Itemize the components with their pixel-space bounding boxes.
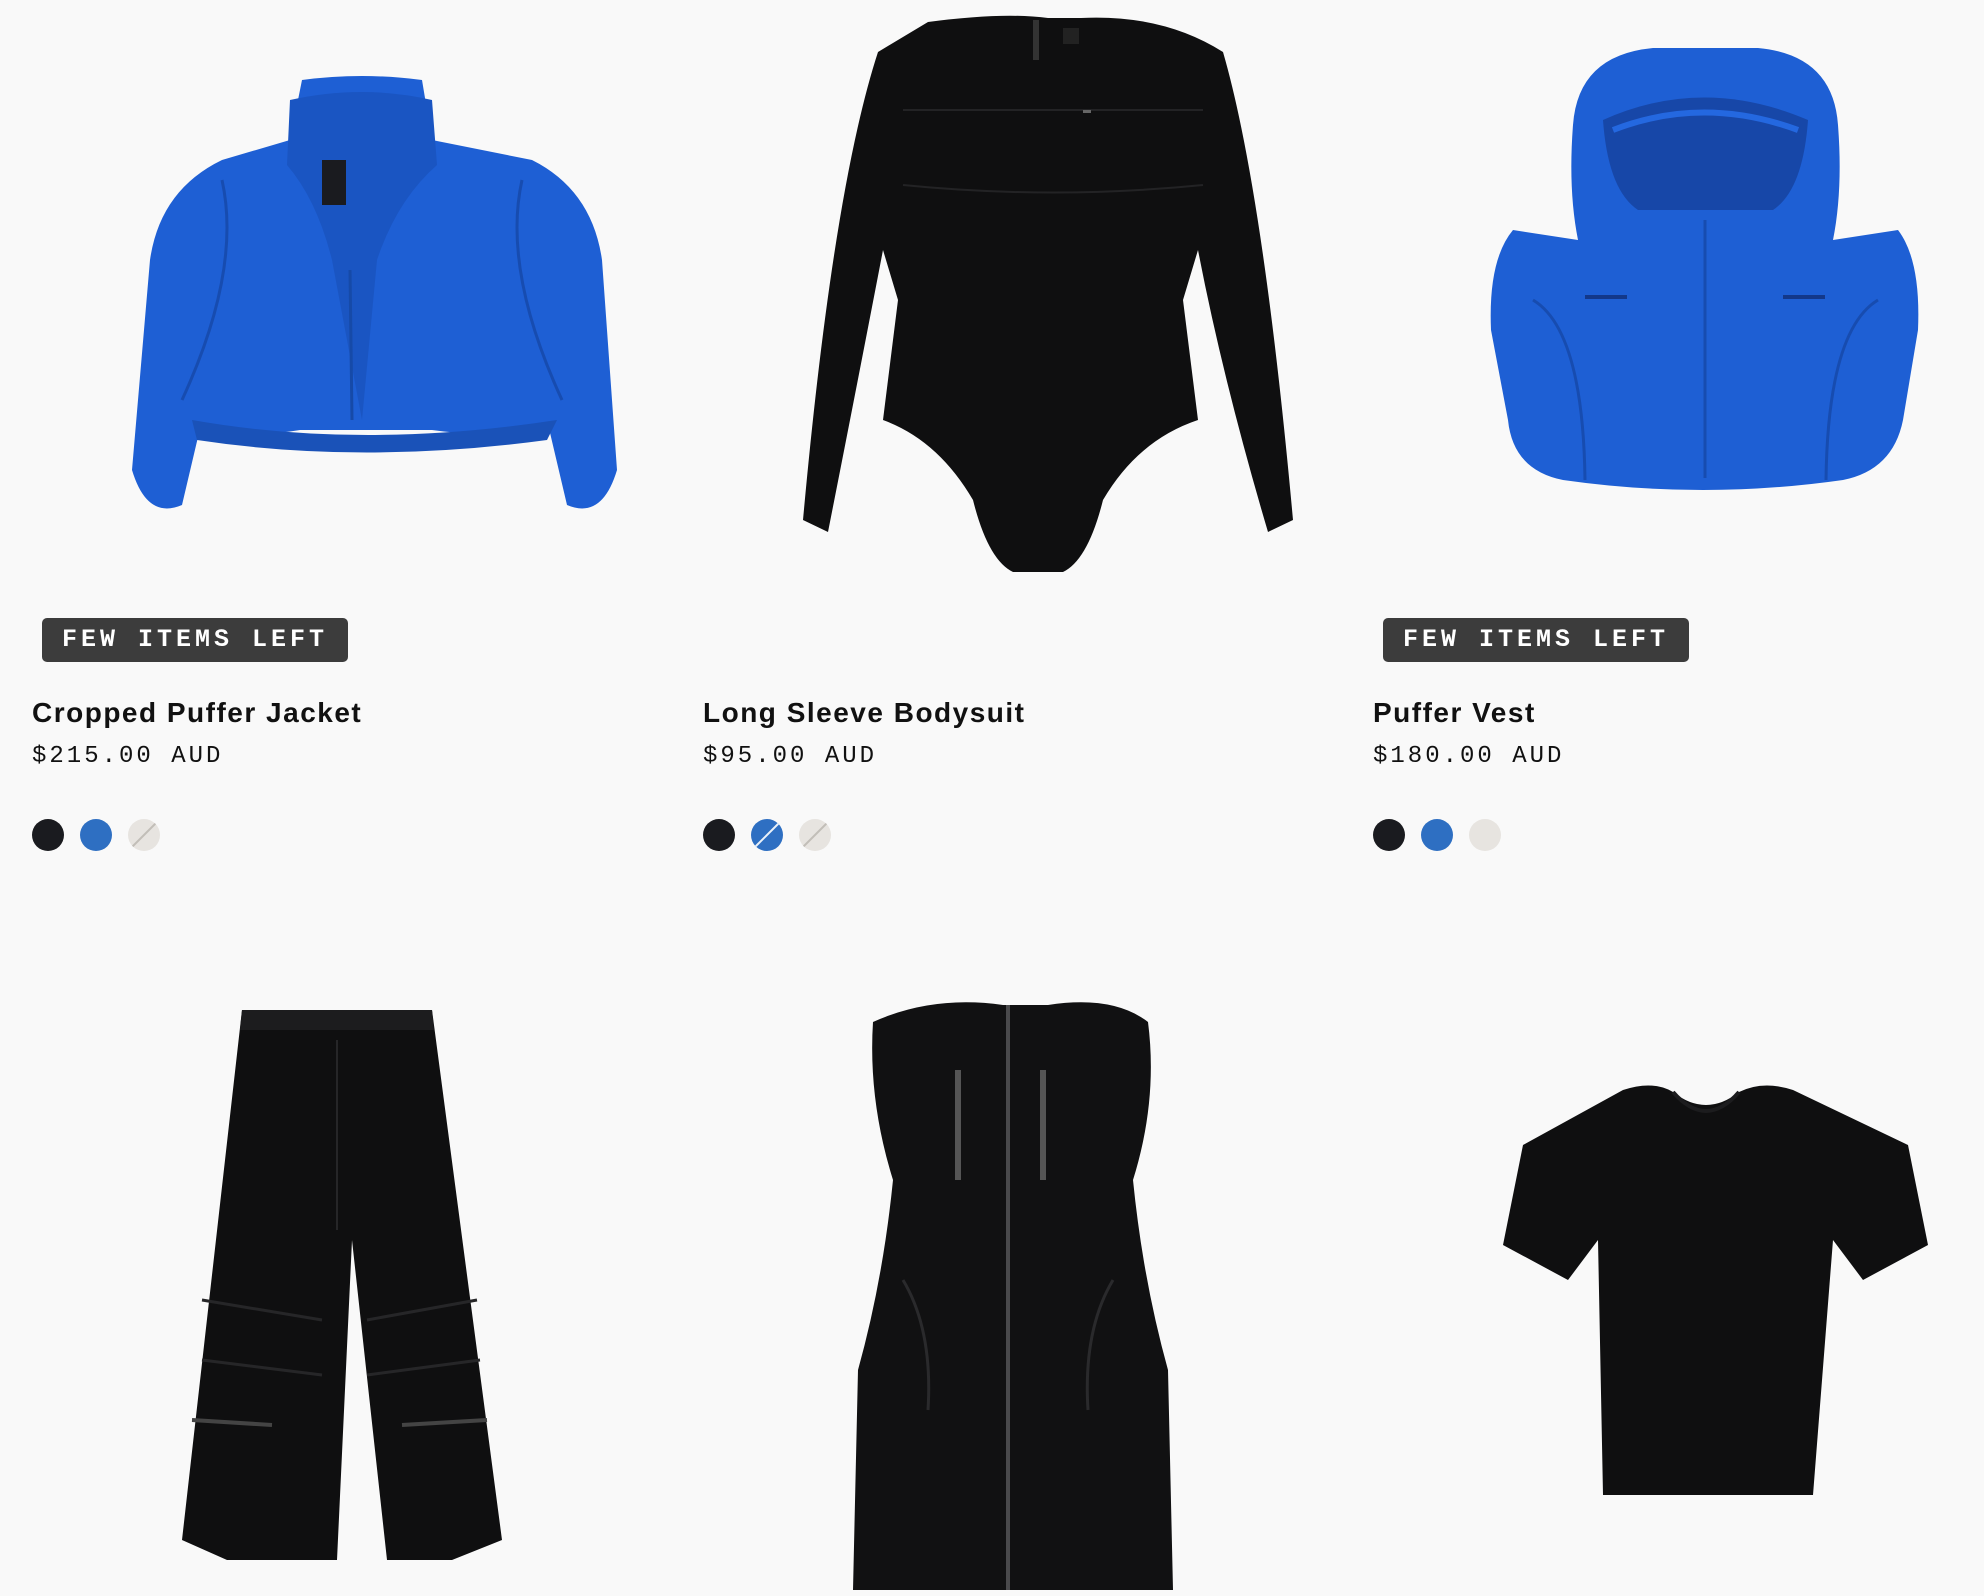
product-name[interactable]: Cropped Puffer Jacket: [32, 697, 362, 729]
product-price: $180.00 AUD: [1373, 743, 1565, 770]
black-tshirt-image[interactable]: [1373, 980, 1984, 1596]
swatch-blue-unavailable[interactable]: [751, 819, 783, 851]
low-stock-badge: FEW ITEMS LEFT: [1383, 618, 1690, 662]
product-price: $215.00 AUD: [32, 743, 224, 770]
swatch-light-unavailable[interactable]: [128, 819, 160, 851]
swatch-light[interactable]: [1469, 819, 1501, 851]
product-name[interactable]: Long Sleeve Bodysuit: [703, 697, 1026, 729]
puffer-vest-image[interactable]: [1373, 0, 1984, 600]
swatch-black[interactable]: [1373, 819, 1405, 851]
cropped-puffer-jacket-image[interactable]: [32, 0, 702, 600]
swatch-black[interactable]: [703, 819, 735, 851]
swatch-blue[interactable]: [1421, 819, 1453, 851]
leather-strapless-dress-image[interactable]: [703, 980, 1373, 1596]
color-swatches: [703, 819, 831, 853]
color-swatches: [1373, 819, 1501, 853]
product-name[interactable]: Puffer Vest: [1373, 697, 1536, 729]
low-stock-badge: FEW ITEMS LEFT: [42, 618, 349, 662]
long-sleeve-bodysuit-image[interactable]: [703, 0, 1373, 600]
product-grid: FEW ITEMS LEFT Cropped Puffer Jacket $21…: [0, 0, 1984, 1596]
swatch-black[interactable]: [32, 819, 64, 851]
swatch-blue[interactable]: [80, 819, 112, 851]
product-price: $95.00 AUD: [703, 743, 878, 770]
color-swatches: [32, 819, 160, 853]
swatch-light-unavailable[interactable]: [799, 819, 831, 851]
cargo-pants-image[interactable]: [32, 980, 702, 1596]
